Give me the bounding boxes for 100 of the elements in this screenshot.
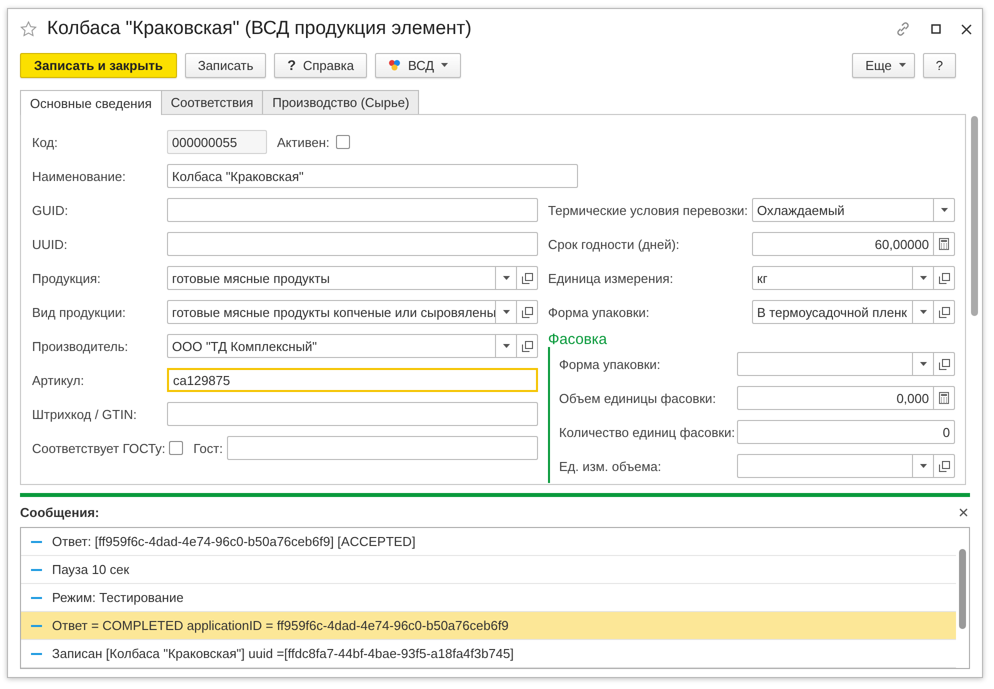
caret-icon bbox=[898, 63, 906, 67]
open-icon bbox=[938, 306, 950, 318]
number-field[interactable]: 0,000 bbox=[737, 386, 934, 410]
maximize-icon[interactable] bbox=[931, 24, 941, 34]
close-icon[interactable] bbox=[959, 508, 968, 516]
message-row[interactable]: Ответ = COMPLETED applicationID = ff959f6c-4dad-4e74-96c0-b50a76ceb6f9 bbox=[21, 612, 956, 640]
text-field[interactable] bbox=[226, 436, 538, 460]
caret-icon bbox=[441, 63, 448, 67]
tab[interactable]: Производство (Сырье) bbox=[262, 90, 420, 114]
field-label: UUID: bbox=[32, 236, 68, 252]
open-button[interactable] bbox=[934, 266, 955, 290]
field-label: Наименование: bbox=[32, 168, 127, 184]
open-button[interactable] bbox=[934, 454, 955, 478]
dropdown-button[interactable] bbox=[913, 300, 934, 324]
open-button[interactable] bbox=[517, 266, 538, 290]
dropdown-button[interactable] bbox=[913, 454, 934, 478]
dash-icon bbox=[31, 540, 42, 542]
text-field[interactable] bbox=[167, 198, 538, 222]
star-icon[interactable] bbox=[20, 21, 37, 37]
dropdown-button[interactable] bbox=[913, 266, 934, 290]
open-icon bbox=[938, 460, 950, 472]
message-row[interactable]: Пауза 10 сек bbox=[21, 556, 956, 584]
field-label: Производитель: bbox=[32, 338, 130, 354]
field-label: Термические условия перевозки: bbox=[548, 202, 749, 218]
number-field[interactable]: 0 bbox=[737, 420, 955, 444]
open-button[interactable] bbox=[934, 352, 955, 376]
dropdown-button[interactable] bbox=[496, 334, 517, 358]
field-label: Гост: bbox=[193, 440, 223, 456]
open-icon bbox=[938, 358, 950, 370]
open-button[interactable] bbox=[517, 300, 538, 324]
select-field[interactable]: готовые мясные продукты bbox=[167, 266, 496, 290]
text-field[interactable] bbox=[167, 402, 538, 426]
checkbox[interactable] bbox=[336, 135, 350, 149]
message-text: Режим: Тестирование bbox=[52, 590, 184, 605]
menu-button[interactable]: ВСД bbox=[374, 52, 462, 78]
open-icon bbox=[522, 306, 532, 318]
message-text: Записан [Колбаса "Краковская"] uuid =[ffdc8fa7-44bf-4bae-93f5-a18fa4f3b745] bbox=[52, 646, 514, 661]
caret-icon bbox=[920, 276, 926, 280]
caret-icon bbox=[920, 310, 926, 314]
field-label: GUID: bbox=[32, 202, 70, 218]
close-icon[interactable] bbox=[961, 24, 972, 34]
field-label: Объем единицы фасовки: bbox=[559, 390, 717, 406]
field-label: Количество единиц фасовки: bbox=[559, 424, 736, 440]
message-row[interactable]: Записан [Колбаса "Краковская"] uuid =[ffdc8fa7-44bf-4bae-93f5-a18fa4f3b745] bbox=[21, 640, 956, 668]
caret-icon bbox=[502, 276, 510, 280]
caret-icon bbox=[502, 344, 510, 348]
text-field[interactable] bbox=[167, 232, 538, 256]
link-icon[interactable] bbox=[895, 21, 911, 37]
message-text: Ответ = COMPLETED applicationID = ff959f6c-4dad-4e74-96c0-b50a76ceb6f9 bbox=[52, 618, 509, 633]
open-button[interactable] bbox=[934, 300, 955, 324]
dash-icon bbox=[31, 568, 42, 570]
field-label: Код: bbox=[32, 134, 59, 150]
calculator-button[interactable] bbox=[934, 386, 955, 410]
tab[interactable]: Основные сведения bbox=[20, 90, 162, 115]
select-field[interactable] bbox=[737, 454, 913, 478]
toolbar-button[interactable]: ? bbox=[922, 52, 956, 78]
select-field[interactable]: ООО "ТД Комплексный" bbox=[167, 334, 496, 358]
number-field[interactable]: 60,00000 bbox=[752, 232, 934, 256]
field-label: Артикул: bbox=[32, 372, 86, 388]
select-field[interactable]: готовые мясные продукты копченые или сыровялены bbox=[167, 300, 496, 324]
more-button[interactable]: Еще bbox=[852, 52, 915, 78]
text-field[interactable]: ca129875 bbox=[167, 368, 538, 392]
select-field[interactable]: кг bbox=[752, 266, 913, 290]
toolbar-button[interactable]: Записать bbox=[184, 52, 266, 78]
field-label: Форма упаковки: bbox=[548, 304, 650, 320]
caret-icon bbox=[920, 362, 926, 366]
field-label: Штрихкод / GTIN: bbox=[32, 406, 138, 422]
messages-title: Сообщения: bbox=[20, 504, 100, 520]
section-title: Фасовка bbox=[548, 330, 608, 350]
dash-icon bbox=[31, 652, 42, 654]
tab[interactable]: Соответствия bbox=[160, 90, 264, 114]
open-icon bbox=[522, 272, 532, 284]
field-label: Форма упаковки: bbox=[559, 356, 662, 372]
field-label: Ед. изм. объема: bbox=[559, 458, 662, 474]
select-field[interactable]: В термоусадочной пленк bbox=[752, 300, 913, 324]
dash-icon bbox=[31, 624, 42, 626]
caret-icon bbox=[502, 310, 510, 314]
caret-icon bbox=[920, 464, 926, 468]
code-field[interactable]: 000000055 bbox=[167, 130, 267, 154]
logo-icon bbox=[388, 59, 401, 71]
calculator-button[interactable] bbox=[934, 232, 955, 256]
message-row[interactable]: Ответ: [ff959f6c-4dad-4e74-96c0-b50a76ceb6f9] [ACCEPTED] bbox=[21, 528, 956, 556]
calculator-icon bbox=[939, 392, 949, 404]
dropdown-button[interactable] bbox=[496, 300, 517, 324]
select-field[interactable]: Охлаждаемый bbox=[752, 198, 934, 222]
dropdown-button[interactable] bbox=[934, 198, 955, 222]
text-field[interactable]: Колбаса "Краковская" bbox=[167, 164, 578, 188]
message-text: Ответ: [ff959f6c-4dad-4e74-96c0-b50a76ceb6f9] [ACCEPTED] bbox=[52, 534, 416, 549]
open-icon bbox=[522, 340, 532, 352]
save-and-close-button[interactable]: Записать и закрыть bbox=[20, 52, 177, 78]
open-button[interactable] bbox=[517, 334, 538, 358]
field-label: Соответствует ГОСТу: bbox=[32, 440, 166, 456]
checkbox[interactable] bbox=[169, 441, 184, 455]
calculator-icon bbox=[939, 238, 949, 250]
dash-icon bbox=[31, 596, 42, 598]
field-label: Вид продукции: bbox=[32, 304, 127, 320]
dropdown-button[interactable] bbox=[496, 266, 517, 290]
help-button[interactable]: ? Справка bbox=[274, 52, 367, 78]
select-field[interactable] bbox=[737, 352, 913, 376]
dropdown-button[interactable] bbox=[913, 352, 934, 376]
